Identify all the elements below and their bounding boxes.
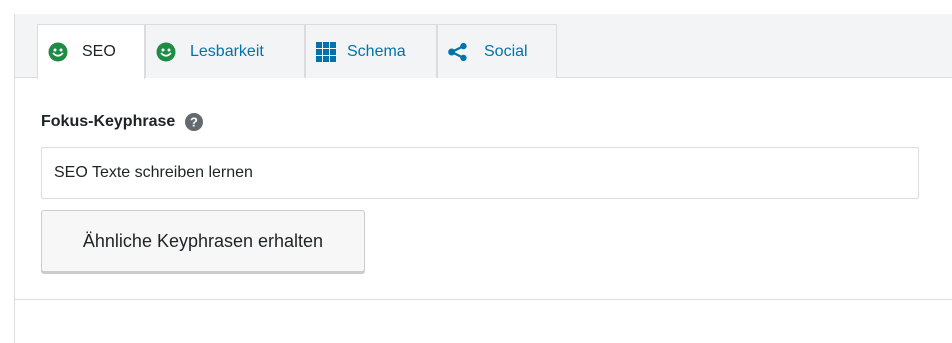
tab-lesbarkeit[interactable]: Lesbarkeit	[145, 24, 305, 78]
section-divider	[15, 299, 952, 300]
tab-lesbarkeit-label: Lesbarkeit	[190, 42, 264, 60]
seo-metabox: SEO Lesbarkeit Schema Social Fokus-Keyph…	[14, 14, 952, 343]
tab-schema-label: Schema	[347, 42, 406, 60]
tab-seo-label: SEO	[82, 43, 116, 60]
smiley-green-icon	[156, 42, 176, 62]
focus-keyphrase-label-row: Fokus-Keyphrase ?	[41, 109, 204, 135]
tab-schema[interactable]: Schema	[305, 24, 437, 78]
grid-icon	[316, 41, 336, 62]
tab-seo[interactable]: SEO	[37, 24, 145, 79]
related-keyphrases-button[interactable]: Ähnliche Keyphrasen erhalten	[41, 210, 365, 272]
focus-keyphrase-input[interactable]	[41, 147, 919, 199]
focus-keyphrase-label: Fokus-Keyphrase	[41, 113, 176, 130]
share-icon	[448, 42, 468, 62]
tab-bar: SEO Lesbarkeit Schema Social	[15, 14, 952, 79]
svg-text:?: ?	[190, 115, 198, 130]
smiley-green-icon	[48, 42, 68, 62]
question-circle-icon[interactable]: ?	[185, 113, 204, 131]
tab-social-label: Social	[484, 42, 528, 60]
tab-social[interactable]: Social	[437, 24, 557, 78]
